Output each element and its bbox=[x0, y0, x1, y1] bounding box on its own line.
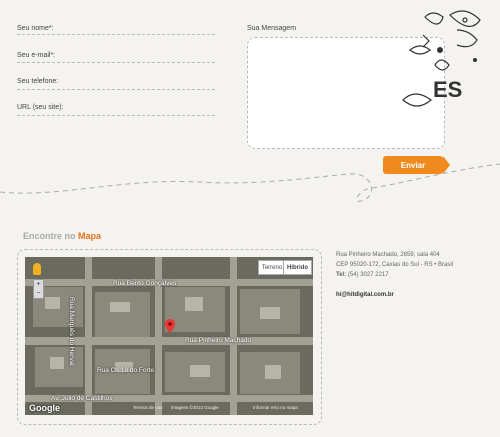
address-line-2: CEP 95020-172, Caxias do Sul - RS • Bras… bbox=[336, 262, 454, 268]
map-title-prefix: Encontre no bbox=[23, 231, 76, 241]
street-label: Rua Bento Gonçalves bbox=[113, 280, 177, 287]
email-label: Seu e-mail*: bbox=[17, 52, 56, 59]
phone-input[interactable] bbox=[17, 89, 215, 90]
map-report-error-link[interactable]: Informar erro no mapa bbox=[253, 405, 298, 410]
location-pin-icon[interactable] bbox=[165, 319, 175, 333]
phone-line: Tel: (54) 3027 2217 bbox=[336, 272, 389, 278]
name-input[interactable] bbox=[17, 34, 215, 35]
doodle-lettering: ES bbox=[433, 77, 462, 102]
phone-label: Tel: bbox=[336, 272, 347, 278]
zoom-control[interactable]: + − bbox=[33, 279, 44, 299]
street-label: Rua Os 18 do Forte bbox=[97, 367, 155, 374]
url-label: URL (seu site): bbox=[17, 104, 64, 111]
map-view[interactable]: Terreno Hibrido + − Rua Bento Gonçalves R… bbox=[25, 257, 313, 415]
address-line-1: Rua Pinheiro Machado, 2659, sala 404 bbox=[336, 252, 440, 258]
wave-divider bbox=[0, 163, 500, 202]
map-section-title: Encontre no Mapa bbox=[23, 231, 101, 241]
phone-value: (54) 3027 2217 bbox=[347, 272, 389, 278]
pegman-icon[interactable] bbox=[33, 263, 41, 275]
street-label: Av. Júlio de Castilhos bbox=[51, 395, 113, 402]
email-input[interactable] bbox=[17, 62, 215, 63]
map-terrain-button[interactable]: Terreno bbox=[258, 260, 286, 275]
map-imagery-credit: Imagens ©2013 Google bbox=[171, 405, 219, 410]
map-hybrid-button[interactable]: Hibrido bbox=[283, 260, 312, 275]
phone-label: Seu telefone: bbox=[17, 78, 59, 85]
email-link[interactable]: hi@hitdigital.com.br bbox=[336, 292, 394, 298]
name-label: Seu nome*: bbox=[17, 25, 54, 32]
message-label: Sua Mensagem bbox=[247, 25, 297, 32]
doodle-illustration: ES bbox=[402, 10, 481, 107]
url-input[interactable] bbox=[17, 115, 215, 116]
street-label: Rua Pinheiro Machado bbox=[185, 337, 252, 344]
street-label: Rua Marquês do Herval bbox=[68, 297, 75, 366]
map-terms-link[interactable]: Termos de uso bbox=[133, 405, 163, 410]
google-logo: Google bbox=[29, 403, 60, 413]
map-title-highlight: Mapa bbox=[78, 231, 102, 241]
